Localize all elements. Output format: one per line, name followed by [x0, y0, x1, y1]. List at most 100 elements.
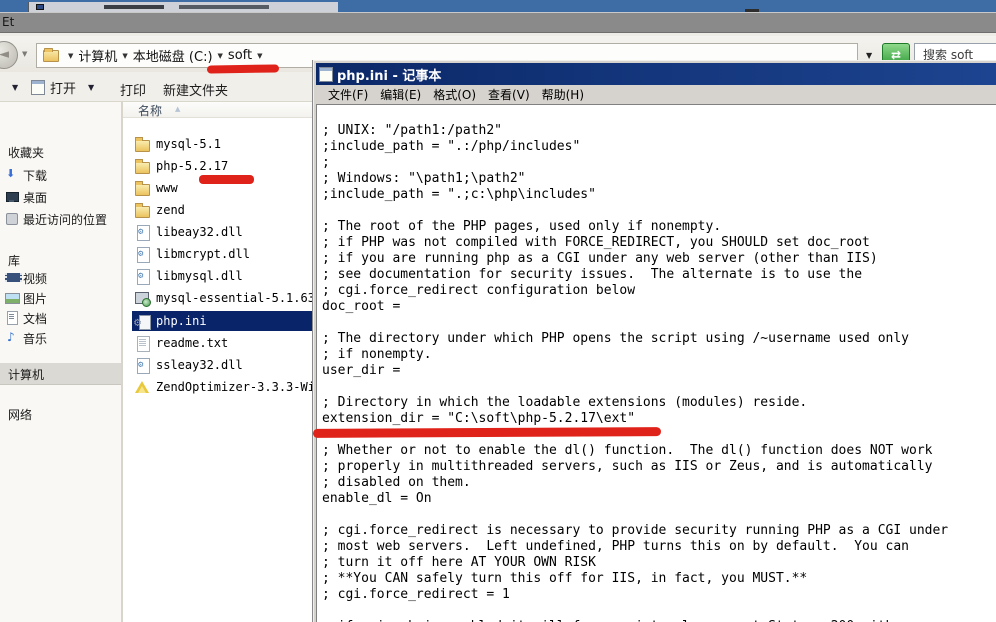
text-line: ; Directory in which the loadable extens…: [322, 395, 996, 411]
breadcrumb-caret-icon[interactable]: ▼: [63, 52, 78, 60]
menu-view[interactable]: 查看(V): [488, 86, 530, 103]
dll-file-icon: [135, 247, 150, 262]
notepad-icon: [319, 67, 333, 82]
folder-icon: [135, 137, 150, 152]
new-folder-button[interactable]: 新建文件夹: [163, 80, 228, 99]
menu-file[interactable]: 文件(F): [328, 86, 368, 103]
sidebar-header-libraries[interactable]: 库: [0, 251, 121, 269]
sidebar-item-downloads[interactable]: 下载: [0, 166, 121, 184]
sidebar-item-music[interactable]: 音乐: [0, 329, 121, 347]
window-icon: [36, 4, 44, 10]
back-button[interactable]: ◄: [0, 41, 18, 69]
sort-ascending-icon: ▲: [175, 105, 180, 113]
file-row-php-ini-selected[interactable]: php.ini: [132, 311, 314, 331]
text-line: ; if PHP was not compiled with FORCE_RED…: [322, 235, 996, 251]
config-file-icon: [135, 314, 150, 329]
text-line: ; see documentation for security issues.…: [322, 267, 996, 283]
notepad-titlebar: php.ini - 记事本: [316, 63, 996, 85]
desktop-icon: [5, 190, 19, 204]
text-line: ; turn it off here AT YOUR OWN RISK: [322, 555, 996, 571]
sidebar-header-network[interactable]: 网络: [0, 405, 121, 423]
file-row-mysql-5.1[interactable]: mysql-5.1: [132, 134, 314, 154]
notepad-text-area[interactable]: ; UNIX: "/path1:/path2" ;include_path = …: [316, 104, 996, 622]
notepad-title: php.ini - 记事本: [337, 65, 441, 84]
breadcrumb-soft[interactable]: soft: [228, 48, 252, 63]
text-line: enable_dl = On: [322, 491, 996, 507]
background-window-titlebar: [0, 0, 996, 12]
pictures-icon: [5, 291, 19, 305]
text-line: ; **You CAN safely turn this off for IIS…: [322, 571, 996, 587]
text-line: extension_dir = "C:\soft\php-5.2.17\ext": [322, 411, 996, 427]
chevron-down-icon[interactable]: ▼: [22, 50, 27, 58]
text-line: [322, 203, 996, 219]
file-row-ssleay32-dll[interactable]: ssleay32.dll: [132, 355, 314, 375]
file-row-libeay32-dll[interactable]: libeay32.dll: [132, 222, 314, 242]
zend-installer-icon: [135, 380, 150, 395]
text-line: ; Windows: "\path1;\path2": [322, 171, 996, 187]
sidebar-item-pictures[interactable]: 图片: [0, 289, 121, 307]
folder-icon: [135, 181, 150, 196]
text-line: ; properly in multithreaded servers, suc…: [322, 459, 996, 475]
file-row-php-5.2.17[interactable]: php-5.2.17: [132, 156, 314, 176]
organize-caret-icon[interactable]: ▼: [12, 83, 18, 92]
open-button-label: 打开: [50, 78, 76, 97]
menu-format[interactable]: 格式(O): [433, 86, 476, 103]
breadcrumb-local-disk-c[interactable]: 本地磁盘 (C:): [133, 46, 213, 65]
folder-icon: [43, 50, 59, 62]
sidebar-item-recent-places[interactable]: 最近访问的位置: [0, 210, 121, 228]
text-line: ; The root of the PHP pages, used only i…: [322, 219, 996, 235]
recent-places-icon: [5, 212, 19, 226]
menu-help[interactable]: 帮助(H): [542, 86, 584, 103]
red-underline-annotation-php-folder: [199, 175, 254, 184]
background-window-fragment: [28, 2, 338, 12]
dll-file-icon: [135, 269, 150, 284]
text-line: ; if you are running php as a CGI under …: [322, 251, 996, 267]
text-line: ; cgi.force_redirect = 1: [322, 587, 996, 603]
notepad-icon: [31, 80, 45, 95]
text-line: [322, 379, 996, 395]
breadcrumb-caret-icon[interactable]: ▼: [117, 52, 132, 60]
print-button[interactable]: 打印: [120, 80, 146, 99]
folder-icon: [135, 159, 150, 174]
red-underline-annotation-extension-dir: [313, 427, 661, 438]
sidebar-header-favorites[interactable]: 收藏夹: [0, 143, 121, 161]
text-line: ;include_path = ".;c:\php\includes": [322, 187, 996, 203]
text-line: ; The directory under which PHP opens th…: [322, 331, 996, 347]
text-line: doc_root =: [322, 299, 996, 315]
dll-file-icon: [135, 225, 150, 240]
text-line: ; most web servers. Left undefined, PHP …: [322, 539, 996, 555]
open-button[interactable]: 打开 ▼: [31, 76, 94, 98]
breadcrumb-caret-icon[interactable]: ▼: [213, 52, 228, 60]
titlebar-text-fragment: [104, 5, 164, 9]
sidebar-item-videos[interactable]: 视频: [0, 269, 121, 287]
text-line: ; if nonempty.: [322, 347, 996, 363]
sidebar-item-desktop[interactable]: 桌面: [0, 188, 121, 206]
file-row-mysql-essential[interactable]: mysql-essential-5.1.63-wi: [132, 288, 314, 308]
explorer-titlebar: Et: [0, 12, 996, 33]
file-row-zendoptimizer[interactable]: ZendOptimizer-3.3.3-Windo: [132, 377, 314, 397]
file-row-zend[interactable]: zend: [132, 200, 314, 220]
text-line: ; disabled on them.: [322, 475, 996, 491]
breadcrumb-computer[interactable]: 计算机: [78, 46, 117, 65]
documents-icon: [5, 311, 19, 325]
sidebar-header-computer[interactable]: 计算机: [0, 365, 121, 383]
file-row-readme-txt[interactable]: readme.txt: [132, 333, 314, 353]
address-history-caret-icon[interactable]: ▼: [866, 51, 872, 60]
chevron-down-icon[interactable]: ▼: [88, 83, 94, 92]
file-row-libmcrypt-dll[interactable]: libmcrypt.dll: [132, 244, 314, 264]
text-line: user_dir =: [322, 363, 996, 379]
text-line: ;: [322, 155, 996, 171]
dll-file-icon: [135, 358, 150, 373]
menu-edit[interactable]: 编辑(E): [380, 86, 421, 103]
text-line: ;include_path = ".:/php/includes": [322, 139, 996, 155]
download-icon: [5, 168, 19, 182]
notepad-window: php.ini - 记事本 文件(F) 编辑(E) 格式(O) 查看(V) 帮助…: [313, 60, 996, 622]
titlebar-text-fragment: [179, 5, 269, 9]
folder-icon: [135, 203, 150, 218]
file-row-libmysql-dll[interactable]: libmysql.dll: [132, 266, 314, 286]
text-line: [322, 603, 996, 619]
text-line: ; Whether or not to enable the dl() func…: [322, 443, 996, 459]
breadcrumb-caret-icon[interactable]: ▼: [252, 52, 267, 60]
sidebar-item-documents[interactable]: 文档: [0, 309, 121, 327]
music-icon: [5, 331, 19, 345]
